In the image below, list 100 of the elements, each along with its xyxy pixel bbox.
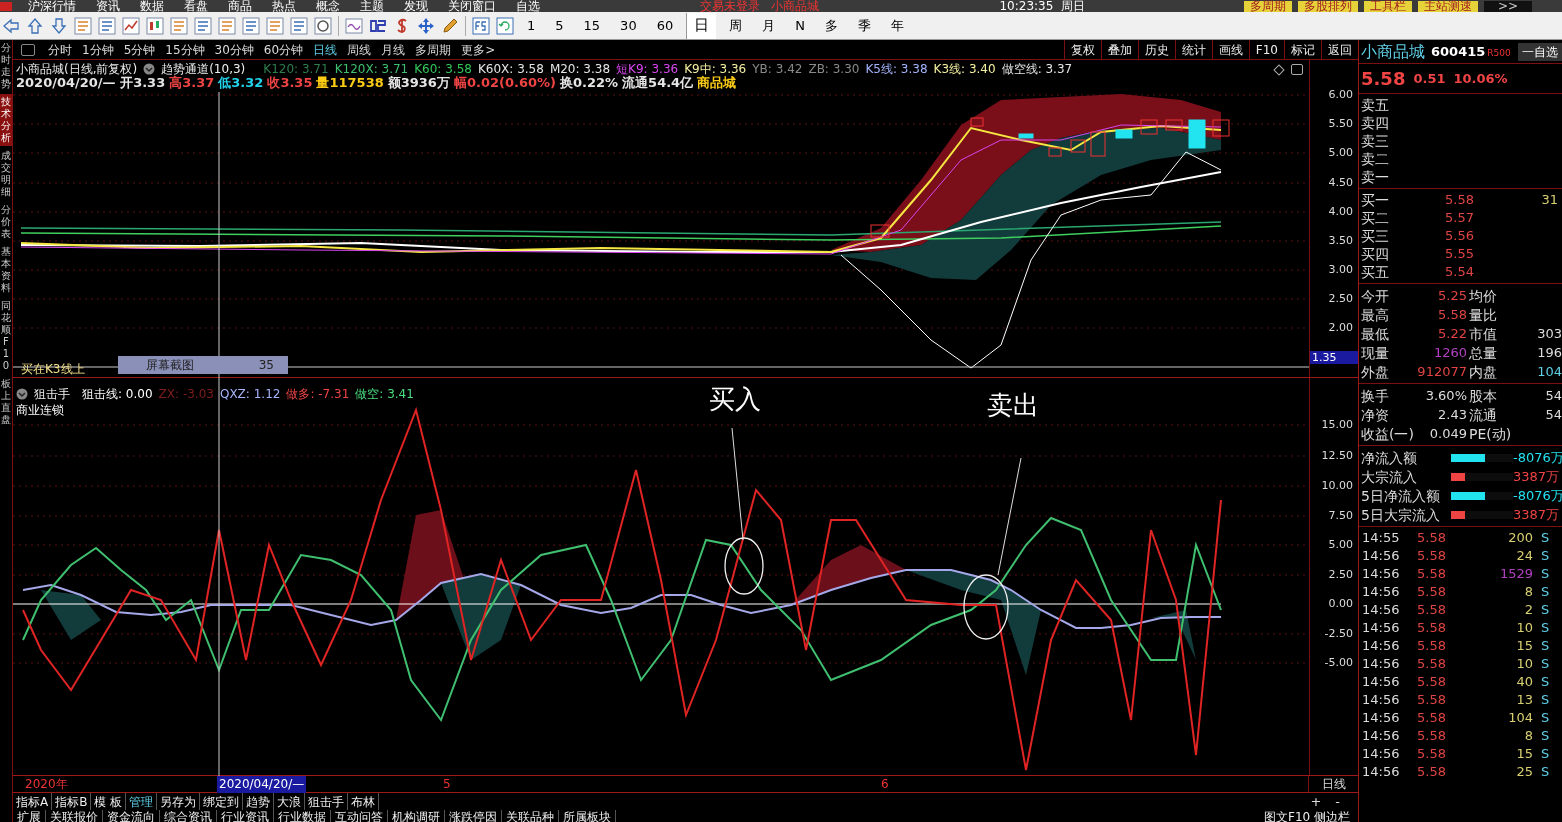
panel-toggle-icon[interactable] bbox=[1291, 64, 1303, 75]
period-tab[interactable]: 周线 bbox=[342, 40, 377, 59]
candlestick-icon[interactable] bbox=[146, 16, 164, 35]
period-button[interactable]: 多 bbox=[817, 12, 845, 39]
f5-icon[interactable] bbox=[472, 16, 490, 35]
period-tab[interactable]: 1分钟 bbox=[77, 40, 119, 59]
period-tab[interactable]: 多周期 bbox=[410, 40, 457, 59]
period-button[interactable]: 60 bbox=[649, 12, 681, 39]
pencil-icon[interactable] bbox=[441, 16, 459, 35]
bottom-tab[interactable]: 所属板块 bbox=[559, 810, 616, 822]
circle-icon[interactable] bbox=[314, 16, 332, 35]
line-chart-icon[interactable] bbox=[122, 16, 140, 35]
side-tab[interactable]: 分价表 bbox=[0, 202, 12, 242]
back-arrow-icon[interactable] bbox=[2, 16, 20, 35]
side-panel-toggle[interactable]: 图文F10 侧边栏 bbox=[1264, 810, 1350, 822]
period-button[interactable]: 5 bbox=[548, 12, 571, 39]
indicator-tab[interactable]: 指标A bbox=[13, 793, 53, 810]
price-change: 0.51 bbox=[1413, 69, 1446, 88]
period-button[interactable]: 15 bbox=[576, 12, 608, 39]
move-arrows-icon[interactable] bbox=[417, 16, 435, 35]
chart-button[interactable]: 叠加 bbox=[1100, 40, 1138, 59]
stat-value: 196 bbox=[1537, 343, 1562, 362]
menu-item[interactable]: 发现 bbox=[394, 0, 438, 12]
bottom-tab[interactable]: 行业资讯 bbox=[217, 810, 274, 822]
side-tab[interactable]: 技术分析 bbox=[0, 94, 12, 146]
bottom-tab[interactable]: 涨跌停因 bbox=[445, 810, 502, 822]
menu-item[interactable]: 关闭窗口 bbox=[438, 0, 506, 12]
indicator-tab[interactable]: 趋势 bbox=[243, 793, 275, 810]
indicator-tab[interactable]: 另存为 bbox=[157, 793, 201, 810]
refresh-icon[interactable] bbox=[496, 16, 514, 35]
toolbar-button[interactable]: 多股排列 bbox=[1297, 1, 1358, 12]
down-arrow-icon[interactable] bbox=[50, 16, 68, 35]
side-tab[interactable]: 成交明细 bbox=[0, 148, 12, 200]
annotation-label: 买入 bbox=[709, 384, 761, 414]
period-tab[interactable]: 日线 bbox=[308, 40, 343, 59]
chart-button[interactable]: 复权 bbox=[1063, 40, 1101, 59]
chart-button[interactable]: 返回 bbox=[1321, 40, 1358, 59]
document-icon[interactable] bbox=[242, 16, 260, 35]
dropdown-icon[interactable] bbox=[16, 388, 28, 400]
indicator-tab[interactable]: 模 板 bbox=[91, 793, 127, 810]
chart-button[interactable]: 历史 bbox=[1137, 40, 1175, 59]
side-tab[interactable]: 同花顺F10 bbox=[0, 298, 12, 374]
order-label: 买一 bbox=[1360, 191, 1390, 209]
period-tab[interactable]: 分时 bbox=[43, 40, 77, 59]
wave-icon[interactable] bbox=[345, 16, 363, 35]
zoom-button[interactable]: - bbox=[1335, 791, 1340, 812]
bottom-tab[interactable]: 扩展 bbox=[13, 810, 46, 822]
toolbar-button[interactable]: 主站测速 bbox=[1417, 1, 1478, 12]
chart-button[interactable]: F10 bbox=[1248, 40, 1284, 59]
period-button[interactable]: 周 bbox=[722, 12, 750, 39]
period-button[interactable]: 1 bbox=[520, 12, 543, 39]
panel-toggle-icon[interactable] bbox=[21, 43, 35, 56]
toolbar-button[interactable]: 工具栏 bbox=[1363, 1, 1412, 12]
bottom-tab[interactable]: 关联报价 bbox=[46, 810, 103, 822]
indicator-tab[interactable]: 布林 bbox=[348, 793, 380, 810]
bottom-tab[interactable]: 机构调研 bbox=[388, 810, 445, 822]
watch-button[interactable]: 一自选 bbox=[1518, 42, 1562, 61]
chart-button[interactable]: 画线 bbox=[1211, 40, 1249, 59]
period-tab[interactable]: 30分钟 bbox=[209, 40, 259, 59]
indicator-tab[interactable]: 指标B bbox=[52, 793, 92, 810]
period-button[interactable]: N bbox=[788, 12, 812, 39]
side-tab[interactable]: 分时走势 bbox=[0, 40, 12, 92]
indicator-tab[interactable]: 狙击手 bbox=[305, 793, 349, 810]
period-tab[interactable]: 5分钟 bbox=[118, 40, 161, 59]
menu-item[interactable]: 自选 bbox=[506, 0, 550, 12]
period-button[interactable]: 季 bbox=[850, 12, 878, 39]
period-tab[interactable]: 15分钟 bbox=[160, 40, 210, 59]
indicator-tab[interactable]: 大浪 bbox=[274, 793, 306, 810]
side-tab[interactable]: 基本资料 bbox=[0, 244, 12, 296]
bottom-tab[interactable]: 资金流向 bbox=[103, 810, 160, 822]
indicator-tab[interactable]: 绑定到 bbox=[200, 793, 244, 810]
menu-item[interactable]: 数据 bbox=[130, 0, 174, 12]
period-button[interactable]: 30 bbox=[613, 12, 644, 39]
bottom-tab[interactable]: 关联品种 bbox=[502, 810, 559, 822]
period-tab[interactable]: 更多> bbox=[456, 40, 501, 59]
chart-button[interactable]: 统计 bbox=[1174, 40, 1212, 59]
dropdown-icon[interactable] bbox=[143, 63, 156, 75]
toolbar-button[interactable]: 多周期 bbox=[1243, 1, 1292, 12]
period-button[interactable]: 月 bbox=[755, 12, 783, 39]
stat-value: 104 bbox=[1537, 362, 1562, 381]
menu-item[interactable]: 沪深行情 bbox=[18, 0, 86, 12]
menu-item[interactable]: 看盘 bbox=[174, 0, 218, 12]
side-tab[interactable]: 板上直盘 bbox=[0, 376, 12, 428]
bottom-tab[interactable]: 互动问答 bbox=[331, 810, 388, 822]
bottom-tab[interactable]: 综合资讯 bbox=[160, 810, 217, 822]
menu-item[interactable]: 概念 bbox=[306, 0, 350, 12]
period-button[interactable]: 日 bbox=[686, 12, 717, 39]
menu-item[interactable]: 主题 bbox=[350, 0, 394, 12]
chart-button[interactable]: 标记 bbox=[1284, 40, 1321, 59]
bottom-tab[interactable]: 行业数据 bbox=[274, 810, 331, 822]
period-tab[interactable]: 60分钟 bbox=[258, 40, 309, 59]
period-button[interactable]: 年 bbox=[883, 12, 911, 39]
zoom-button[interactable]: + bbox=[1310, 791, 1322, 812]
menu-item[interactable]: 热点 bbox=[262, 0, 306, 12]
period-tab[interactable]: 月线 bbox=[376, 40, 411, 59]
indicator-tab[interactable]: 管理 bbox=[126, 793, 158, 810]
menu-item[interactable]: 资讯 bbox=[86, 0, 130, 12]
more-button[interactable]: >> bbox=[1483, 1, 1532, 12]
up-arrow-icon[interactable] bbox=[26, 16, 44, 35]
menu-item[interactable]: 商品 bbox=[218, 0, 262, 12]
